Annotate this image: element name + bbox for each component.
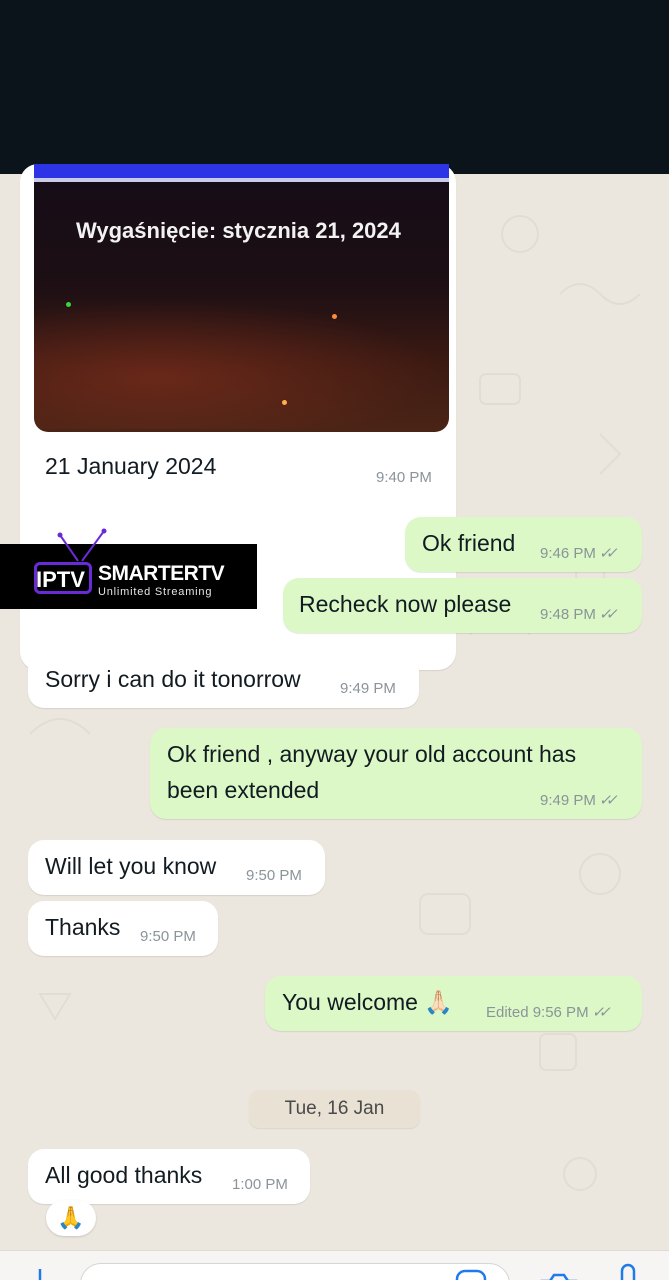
plus-icon[interactable] xyxy=(28,1265,52,1280)
outgoing-message[interactable]: Ok friend 9:46 PM ✓✓ xyxy=(405,517,642,572)
incoming-message[interactable]: Thanks 9:50 PM xyxy=(28,901,218,956)
incoming-message[interactable]: Will let you know 9:50 PM xyxy=(28,840,325,895)
message-time: 9:50 PM xyxy=(140,928,196,945)
message-time: 9:48 PM xyxy=(540,606,596,623)
message-time: Edited 9:56 PM xyxy=(486,1004,589,1021)
logo-tagline: Unlimited Streaming xyxy=(98,586,213,598)
logo-iptv-text: IPTV xyxy=(36,567,85,592)
incoming-message[interactable]: Sorry i can do it tonorrow 9:49 PM xyxy=(28,653,419,708)
message-time: 9:49 PM xyxy=(540,792,596,809)
camera-icon[interactable] xyxy=(538,1267,580,1280)
double-check-icon: ✓✓ xyxy=(590,1004,608,1021)
message-text: Recheck now please xyxy=(299,591,512,617)
message-text: All good thanks xyxy=(45,1162,203,1188)
message-time: 9:50 PM xyxy=(246,867,302,884)
message-text: Sorry i can do it tonorrow xyxy=(45,666,301,692)
message-time: 1:00 PM xyxy=(232,1176,288,1193)
double-check-icon: ✓✓ xyxy=(597,792,615,809)
tv-antenna-icon xyxy=(57,528,107,562)
double-check-icon: ✓✓ xyxy=(597,606,615,623)
image-overlay-text: Wygaśnięcie: stycznia 21, 2024 xyxy=(76,218,401,243)
expiry-screenshot-image[interactable]: Wygaśnięcie: stycznia 21, 2024 xyxy=(34,164,449,432)
top-dark-bar xyxy=(0,0,669,174)
message-composer-bar xyxy=(0,1250,669,1280)
message-reaction[interactable]: 🙏 xyxy=(46,1200,96,1236)
image-caption: 21 January 2024 xyxy=(45,453,217,479)
outgoing-message[interactable]: You welcome 🙏🏻 Edited 9:56 PM ✓✓ xyxy=(265,976,642,1031)
microphone-icon[interactable] xyxy=(616,1263,640,1280)
message-text: You welcome 🙏🏻 xyxy=(282,989,453,1015)
date-separator: Tue, 16 Jan xyxy=(249,1090,420,1128)
message-text: Will let you know xyxy=(45,853,217,879)
message-time: 9:49 PM xyxy=(340,680,396,697)
logo-brand-text: SMARTERTV xyxy=(98,562,225,585)
message-input[interactable] xyxy=(80,1263,510,1280)
sticker-icon[interactable] xyxy=(454,1265,490,1280)
message-text-line1: Ok friend , anyway your old account has xyxy=(167,741,577,767)
message-time: 9:46 PM xyxy=(540,545,596,562)
double-check-icon: ✓✓ xyxy=(597,545,615,562)
message-text: Ok friend xyxy=(422,530,516,556)
message-time: 9:40 PM xyxy=(376,469,432,486)
outgoing-message[interactable]: Recheck now please 9:48 PM ✓✓ xyxy=(283,578,642,633)
message-text-line2: been extended xyxy=(167,777,320,803)
outgoing-message[interactable]: Ok friend , anyway your old account has … xyxy=(150,728,642,819)
incoming-message[interactable]: All good thanks 1:00 PM xyxy=(28,1149,310,1204)
message-text: Thanks xyxy=(45,914,121,940)
